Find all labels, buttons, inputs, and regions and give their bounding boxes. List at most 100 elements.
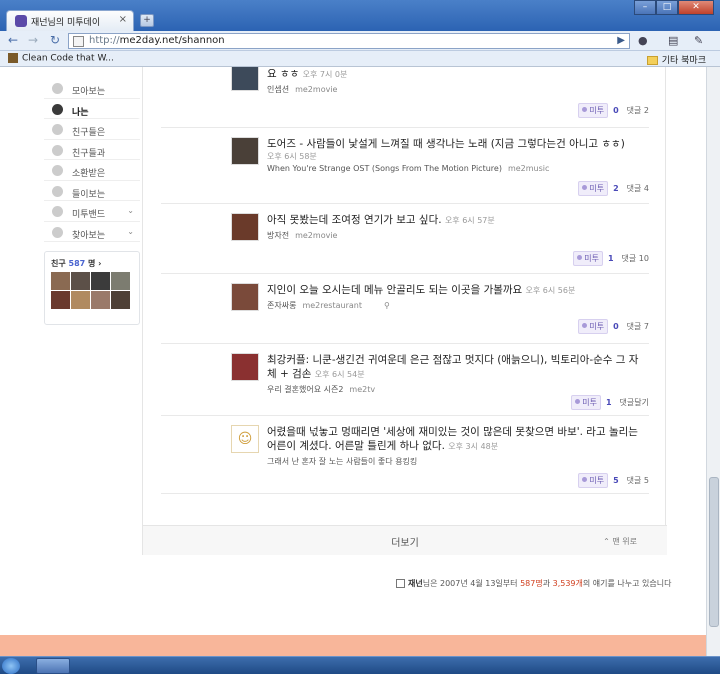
me-icon: [52, 103, 63, 115]
owner-name[interactable]: 재넌: [408, 579, 423, 588]
post-tag[interactable]: 존자싸롱: [267, 301, 296, 310]
friend-avatar[interactable]: [111, 291, 130, 309]
comment-link[interactable]: 댓글 10: [622, 254, 649, 263]
post-tag[interactable]: When You're Strange OST (Songs From The …: [267, 164, 502, 173]
minimize-button[interactable]: –: [634, 0, 656, 15]
sidebar-item-friends[interactable]: 친구들은: [44, 119, 140, 140]
me2-button[interactable]: 미투: [578, 181, 609, 196]
me2-button[interactable]: 미투: [578, 319, 609, 334]
chevron-down-icon[interactable]: ⌄: [127, 206, 134, 215]
sidebar-nav: 모아보는 나는 친구들은 친구들과 소환받은 들이보는 미투밴드 ⌄ 찾아보는 …: [44, 78, 140, 242]
friend-avatar[interactable]: [111, 272, 130, 290]
new-tab-button[interactable]: +: [140, 14, 154, 27]
post-tag[interactable]: me2movie: [295, 231, 337, 240]
summary-text: 님은 2007년 4월 13일부터: [422, 579, 521, 588]
post-thumbnail[interactable]: [231, 353, 259, 381]
extension-icon[interactable]: ●: [638, 34, 648, 47]
page-menu-icon[interactable]: ▤: [668, 34, 678, 47]
post-thumbnail[interactable]: [231, 283, 259, 311]
comment-link[interactable]: 댓글 5: [627, 476, 649, 485]
friends-label: 친구: [51, 259, 66, 268]
scrollbar-thumb[interactable]: [709, 477, 719, 627]
windows-taskbar: [0, 656, 720, 674]
post-time[interactable]: 오후 7시 0분: [303, 70, 348, 79]
post-time[interactable]: 오후 6시 56분: [526, 286, 576, 295]
bookmark-label: Clean Code that W...: [22, 53, 114, 64]
friend-avatar[interactable]: [71, 272, 90, 290]
go-arrow-icon[interactable]: ▶: [617, 35, 625, 46]
me2day-favicon-icon: [15, 15, 27, 27]
friend-avatar[interactable]: [51, 272, 70, 290]
taskbar-app-button[interactable]: [36, 658, 70, 674]
divider: [161, 203, 649, 204]
smiley-avatar-icon[interactable]: ☺: [231, 425, 259, 453]
comment-link[interactable]: 댓글 2: [627, 106, 649, 115]
post-tag[interactable]: me2restaurant: [302, 301, 362, 310]
comment-link[interactable]: 댓글 7: [627, 322, 649, 331]
post-meta: 미투 1 댓글달기: [571, 395, 649, 410]
rss-icon[interactable]: [396, 579, 405, 588]
sidebar-item-chat[interactable]: 친구들과: [44, 140, 140, 160]
sidebar-item-visit[interactable]: 들이보는: [44, 181, 140, 201]
wrench-icon[interactable]: ✎: [694, 34, 703, 47]
load-more-button[interactable]: 더보기: [391, 538, 419, 549]
sidebar-item-me[interactable]: 나는: [44, 98, 140, 119]
me2-count: 1: [607, 254, 614, 263]
divider: [161, 273, 649, 274]
me2-button[interactable]: 미투: [573, 251, 603, 266]
browser-tab-strip: 재넌님의 미투데이 × + – □ ✕: [0, 0, 720, 31]
back-to-top-link[interactable]: ⌃ 맨 위로: [603, 536, 637, 547]
other-bookmarks[interactable]: 기타 북마크: [646, 53, 706, 66]
comment-link[interactable]: 댓글 4: [627, 184, 649, 193]
me2-button[interactable]: 미투: [578, 473, 609, 488]
post-time[interactable]: 오후 6시 54분: [315, 370, 365, 379]
bookmark-favicon-icon: [8, 53, 18, 63]
comment-link[interactable]: 댓글달기: [620, 398, 649, 407]
friends-heading[interactable]: 친구 587 명 ›: [51, 258, 139, 269]
post-tag[interactable]: me2music: [508, 164, 549, 173]
back-arrow-icon[interactable]: ←: [8, 33, 18, 47]
friends-total[interactable]: 587명: [520, 579, 543, 588]
post-tag[interactable]: 우리 결혼했어요 시즌2: [267, 385, 343, 394]
post-tag[interactable]: 방자전: [267, 231, 289, 240]
post-thumbnail[interactable]: [231, 213, 259, 241]
friend-avatar[interactable]: [71, 291, 90, 309]
post-list-card: 요 ㅎㅎ 오후 7시 0분 인셉션 me2movie 미투 0 댓글 2 도어즈 - …: [142, 67, 667, 555]
sidebar-item-band[interactable]: 미투밴드 ⌄: [44, 201, 140, 222]
sidebar-item-summoned[interactable]: 소환받은: [44, 160, 140, 181]
me2-count: 0: [613, 106, 619, 115]
close-window-button[interactable]: ✕: [678, 0, 714, 15]
post-time[interactable]: 오후 3시 48분: [448, 442, 498, 451]
start-button[interactable]: [2, 658, 20, 674]
sidebar-item-collect[interactable]: 모아보는: [44, 78, 140, 99]
post-total[interactable]: 3,539개: [553, 579, 583, 588]
post-thumbnail[interactable]: [231, 67, 259, 91]
post-meta: 미투 1 댓글 10: [573, 251, 649, 266]
post-thumbnail[interactable]: [231, 137, 259, 165]
post-tag[interactable]: 인셉션: [267, 85, 289, 94]
browser-tab[interactable]: 재넌님의 미투데이 ×: [6, 10, 134, 31]
vertical-scrollbar[interactable]: [706, 67, 720, 656]
sidebar-item-label: 찾아보는: [72, 230, 106, 241]
reload-icon[interactable]: ↻: [50, 33, 60, 47]
post-meta: 미투 0 댓글 2: [578, 103, 649, 118]
me2-button[interactable]: 미투: [571, 395, 601, 410]
friend-avatar[interactable]: [91, 272, 110, 290]
bookmark-item[interactable]: Clean Code that W...: [8, 53, 114, 64]
friend-avatar[interactable]: [91, 291, 110, 309]
post-time[interactable]: 오후 6시 57분: [445, 216, 495, 225]
me2-button[interactable]: 미투: [578, 103, 609, 118]
divider: [161, 343, 649, 344]
location-pin-icon[interactable]: ⚲: [384, 301, 390, 310]
address-bar[interactable]: http://me2day.net/shannon ▶: [68, 33, 630, 49]
friend-avatar[interactable]: [51, 291, 70, 309]
chevron-down-icon[interactable]: ⌄: [127, 227, 134, 236]
post-meta: 미투 5 댓글 5: [578, 473, 649, 488]
post-time[interactable]: 오후 6시 58분: [267, 151, 647, 162]
post-tag[interactable]: me2movie: [295, 85, 337, 94]
maximize-button[interactable]: □: [656, 0, 678, 15]
post-tag[interactable]: me2tv: [349, 385, 375, 394]
tab-close-icon[interactable]: ×: [119, 14, 127, 25]
forward-arrow-icon[interactable]: →: [28, 33, 38, 47]
sidebar-item-search[interactable]: 찾아보는 ⌄: [44, 222, 140, 242]
